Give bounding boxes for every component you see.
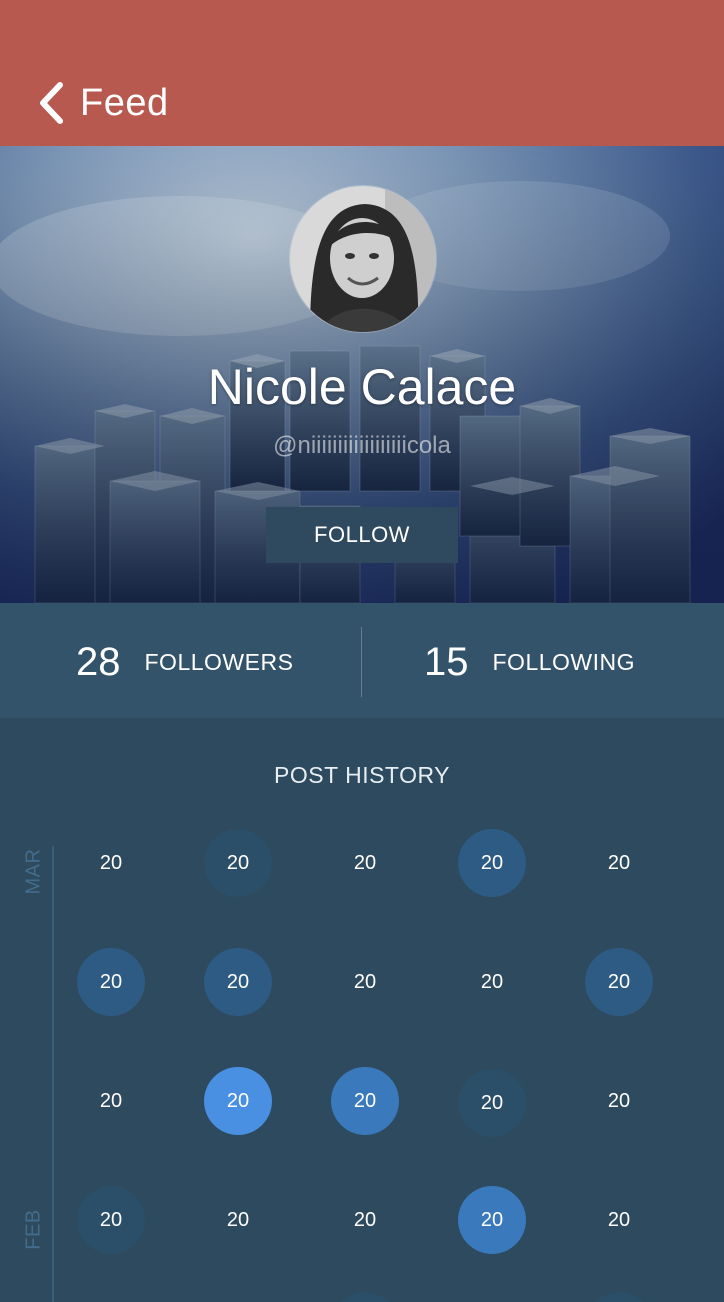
profile-screen: Feed Nicole Calace @niiiiiiiiiiiiiiiiiic…	[0, 0, 724, 1302]
post-history-day[interactable]: 20	[77, 1186, 145, 1254]
post-history-day[interactable]: 20	[331, 948, 399, 1016]
following-stat[interactable]: 15 FOLLOWING	[424, 639, 635, 685]
followers-stat[interactable]: 28 FOLLOWERS	[76, 639, 293, 685]
back-label: Feed	[80, 82, 169, 124]
post-history-day[interactable]: 20	[585, 948, 653, 1016]
avatar	[289, 185, 437, 333]
post-history-day[interactable]: 20	[458, 948, 526, 1016]
post-history-day[interactable]: 20	[204, 948, 272, 1016]
post-history-day[interactable]: 20	[331, 1067, 399, 1135]
stats-divider	[361, 627, 362, 697]
post-history-day[interactable]: 20	[458, 829, 526, 897]
post-history-day[interactable]: 20	[458, 1069, 526, 1137]
post-history-day[interactable]: 20	[204, 1067, 272, 1135]
chevron-left-icon	[38, 82, 64, 124]
post-history-title: POST HISTORY	[274, 762, 450, 788]
post-history-day[interactable]: 20	[204, 829, 272, 897]
top-bar: Feed	[0, 0, 724, 146]
month-label-feb: FEB	[22, 1209, 45, 1250]
timeline-line	[52, 846, 54, 1302]
stats-bar: 28 FOLLOWERS 15 FOLLOWING	[0, 603, 724, 718]
following-label: FOLLOWING	[492, 648, 636, 675]
followers-count: 28	[76, 640, 121, 684]
followers-label: FOLLOWERS	[144, 648, 294, 675]
post-history-day[interactable]: 20	[458, 1186, 526, 1254]
post-history-day[interactable]: 20	[204, 1186, 272, 1254]
post-history-next-row	[585, 1292, 653, 1302]
post-history-day[interactable]: 20	[331, 829, 399, 897]
month-label-mar: MAR	[22, 848, 45, 895]
post-history-day[interactable]: 20	[77, 829, 145, 897]
post-history-day[interactable]: 20	[331, 1186, 399, 1254]
post-history-day[interactable]: 20	[585, 1186, 653, 1254]
follow-button[interactable]: FOLLOW	[266, 507, 458, 563]
following-count: 15	[424, 640, 469, 684]
post-history-day[interactable]: 20	[585, 829, 653, 897]
profile-name: Nicole Calace	[207, 359, 517, 415]
profile-handle: @niiiiiiiiiiiiiiiiiicola	[273, 432, 451, 459]
avatar-photo	[290, 186, 436, 332]
post-history-next-row	[331, 1292, 399, 1302]
post-history-day[interactable]: 20	[585, 1067, 653, 1135]
post-history-section: POST HISTORY MAR FEB 20 20 20 20 20 20 20 20 20 2…	[0, 718, 724, 1302]
profile-cover: Nicole Calace @niiiiiiiiiiiiiiiiiicola F…	[0, 146, 724, 603]
post-history-day[interactable]: 20	[77, 948, 145, 1016]
back-to-feed-button[interactable]: Feed	[38, 80, 169, 126]
post-history-day[interactable]: 20	[77, 1067, 145, 1135]
